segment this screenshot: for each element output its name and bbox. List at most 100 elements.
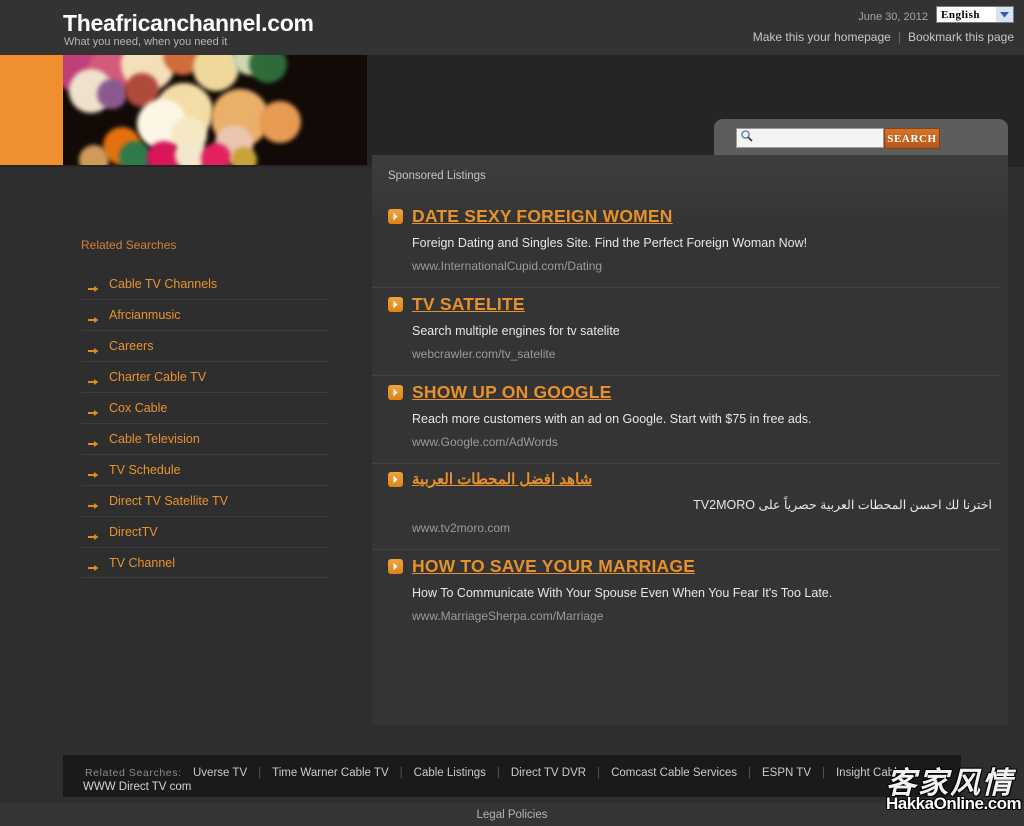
ad-title-link[interactable]: DATE SEXY FOREIGN WOMEN	[412, 206, 673, 227]
bookmark-page-link[interactable]: Bookmark this page	[908, 30, 1014, 44]
ad-listing: HOW TO SAVE YOUR MARRIAGE How To Communic…	[372, 550, 1008, 637]
footer-related-label: Related Searches:	[85, 767, 182, 779]
footer-link-separator: |	[821, 767, 825, 779]
top-links-separator: |	[897, 30, 901, 44]
sidebar-item[interactable]: Cable Television	[81, 423, 329, 454]
current-date: June 30, 2012	[858, 11, 928, 23]
ad-display-url: www.tv2moro.com	[412, 521, 511, 535]
footer-links: Uverse TV | Time Warner Cable TV | Cable Lis…	[193, 767, 903, 779]
footer-bar: Related Searches: WWW Direct TV com Uver…	[63, 755, 961, 797]
footer-link[interactable]: Cable Listings	[414, 767, 486, 779]
language-select-value: English	[941, 8, 980, 21]
sidebar-item[interactable]: Cable TV Channels	[81, 268, 329, 299]
sidebar-item-label[interactable]: Cox Cable	[109, 401, 167, 415]
arrow-bullet-icon	[88, 559, 99, 571]
ad-title-link[interactable]: شاهد افضل المحطات العربية	[412, 470, 592, 488]
arrow-bullet-icon	[88, 373, 99, 385]
sidebar-item[interactable]: Charter Cable TV	[81, 361, 329, 392]
ad-listing: DATE SEXY FOREIGN WOMEN Foreign Dating an…	[372, 200, 1008, 287]
sidebar-item-label[interactable]: Cable TV Channels	[109, 277, 217, 291]
sidebar-item[interactable]: TV Channel	[81, 547, 329, 578]
hero-orange-block	[0, 55, 63, 165]
arrow-bullet-icon	[88, 342, 99, 354]
sidebar-item-label[interactable]: Afrcianmusic	[109, 308, 181, 322]
make-homepage-link[interactable]: Make this your homepage	[753, 30, 891, 44]
arrow-bullet-icon	[88, 404, 99, 416]
ad-listing: SHOW UP ON GOOGLE Reach more customers wi…	[372, 376, 1008, 463]
chevron-right-icon	[388, 209, 403, 224]
ad-title-row: SHOW UP ON GOOGLE	[388, 376, 992, 403]
sidebar-item[interactable]: Careers	[81, 330, 329, 361]
page-root: Theafricanchannel.com What you need, whe…	[0, 0, 1024, 826]
legal-bar: Legal Policies	[0, 803, 1024, 826]
search-button[interactable]: SEARCH	[884, 128, 940, 149]
ad-display-url: www.MarriageSherpa.com/Marriage	[412, 609, 604, 623]
footer-link[interactable]: Uverse TV	[193, 767, 247, 779]
sidebar-item[interactable]: Cox Cable	[81, 392, 329, 423]
ad-display-url: www.InternationalCupid.com/Dating	[412, 259, 603, 273]
footer-link[interactable]: Insight Cable	[836, 767, 903, 779]
top-links: Make this your homepage | Bookmark this pa…	[753, 30, 1014, 44]
ad-title-link[interactable]: SHOW UP ON GOOGLE	[412, 382, 611, 403]
footer-link[interactable]: Direct TV DVR	[511, 767, 586, 779]
sidebar-item-label[interactable]: Direct TV Satellite TV	[109, 494, 228, 508]
footer-link-separator: |	[597, 767, 601, 779]
sidebar-item-label[interactable]: Cable Television	[109, 432, 200, 446]
arrow-bullet-icon	[88, 466, 99, 478]
sidebar-item[interactable]: Direct TV Satellite TV	[81, 485, 329, 516]
footer-link[interactable]: ESPN TV	[762, 767, 811, 779]
sidebar-item[interactable]: Afrcianmusic	[81, 299, 329, 330]
ad-description: Search multiple engines for tv satelite	[412, 324, 620, 338]
ad-display-url: webcrawler.com/tv_satelite	[412, 347, 556, 361]
footer-related-sub: WWW Direct TV com	[83, 781, 192, 793]
ad-description: How To Communicate With Your Spouse Even…	[412, 586, 833, 600]
related-searches-sidebar: Related Searches Cable TV Channels Afrcia…	[81, 238, 329, 578]
chevron-right-icon	[388, 297, 403, 312]
footer-link-separator: |	[399, 767, 403, 779]
page-title: Theafricanchannel.com	[63, 10, 314, 36]
chevron-right-icon	[388, 559, 403, 574]
ad-title-row: HOW TO SAVE YOUR MARRIAGE	[388, 550, 992, 577]
sidebar-item-label[interactable]: Charter Cable TV	[109, 370, 206, 384]
footer-link[interactable]: Comcast Cable Services	[611, 767, 737, 779]
ad-title-row: TV SATELITE	[388, 288, 992, 315]
language-select[interactable]: English	[936, 6, 1014, 23]
sidebar-list: Cable TV Channels Afrcianmusic Careers Char…	[81, 268, 329, 578]
sponsored-listings-panel: Sponsored Listings DATE SEXY FOREIGN WOM…	[372, 155, 1008, 725]
chevron-right-icon	[388, 471, 403, 487]
footer-link-separator: |	[496, 767, 500, 779]
ads-list: DATE SEXY FOREIGN WOMEN Foreign Dating an…	[372, 200, 1008, 637]
sidebar-heading: Related Searches	[81, 238, 177, 252]
chevron-right-icon	[388, 385, 403, 400]
ad-description: اخترنا لك احسن المحطات العربية حصرياً عل…	[693, 498, 992, 512]
sidebar-item-label[interactable]: DirectTV	[109, 525, 158, 539]
legal-policies-link[interactable]: Legal Policies	[477, 809, 548, 821]
sidebar-item-label[interactable]: Careers	[109, 339, 153, 353]
ad-title-row: DATE SEXY FOREIGN WOMEN	[388, 200, 992, 227]
search-input-wrapper[interactable]	[736, 128, 884, 148]
arrow-bullet-icon	[88, 528, 99, 540]
chevron-down-icon	[996, 7, 1013, 22]
footer-link[interactable]: Time Warner Cable TV	[272, 767, 389, 779]
footer-link-separator: |	[258, 767, 262, 779]
search-input[interactable]	[753, 132, 871, 144]
sidebar-item-label[interactable]: TV Schedule	[109, 463, 181, 477]
ad-listing: TV SATELITE Search multiple engines for t…	[372, 288, 1008, 375]
search-icon	[740, 129, 753, 147]
arrow-bullet-icon	[88, 435, 99, 447]
hero-bokeh-image	[63, 55, 367, 165]
sidebar-item[interactable]: DirectTV	[81, 516, 329, 547]
ad-description: Reach more customers with an ad on Googl…	[412, 412, 812, 426]
ad-display-url: www.Google.com/AdWords	[412, 435, 558, 449]
ad-listing: شاهد افضل المحطات العربية اخترنا لك احسن …	[372, 464, 1008, 549]
arrow-bullet-icon	[88, 311, 99, 323]
sidebar-item[interactable]: TV Schedule	[81, 454, 329, 485]
ad-title-link[interactable]: HOW TO SAVE YOUR MARRIAGE	[412, 556, 695, 577]
top-header-bar: Theafricanchannel.com What you need, whe…	[0, 0, 1024, 55]
sidebar-item-label[interactable]: TV Channel	[109, 556, 175, 570]
ad-title-row: شاهد افضل المحطات العربية	[388, 464, 992, 488]
ad-description: Foreign Dating and Singles Site. Find th…	[412, 236, 808, 250]
sponsored-listings-label: Sponsored Listings	[388, 170, 486, 182]
ad-title-link[interactable]: TV SATELITE	[412, 294, 525, 315]
arrow-bullet-icon	[88, 280, 99, 292]
